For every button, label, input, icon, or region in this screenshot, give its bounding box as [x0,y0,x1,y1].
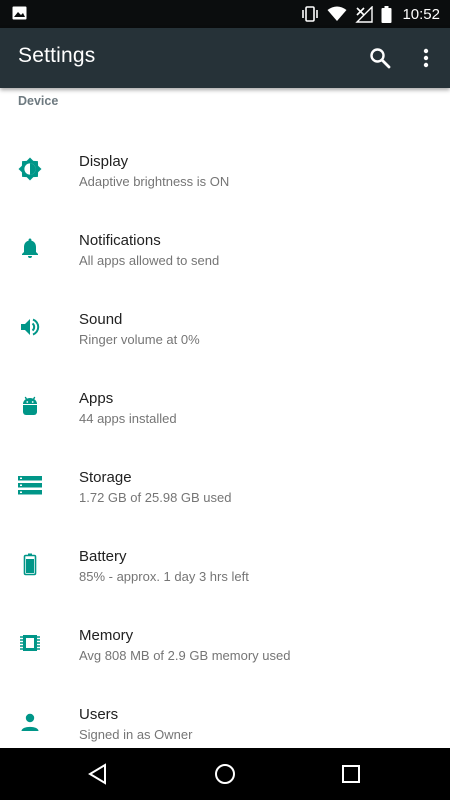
memory-chip-icon [20,635,40,651]
item-title: Sound [79,311,123,328]
battery-icon [381,5,392,23]
item-title: Notifications [79,232,161,249]
storage-icon [18,476,42,495]
settings-list: Display Adaptive brightness is ON Notifi… [0,130,450,762]
settings-item-display[interactable]: Display Adaptive brightness is ON [0,130,450,209]
settings-item-battery[interactable]: Battery 85% - approx. 1 day 3 hrs left [0,525,450,604]
more-vert-icon[interactable] [414,46,438,70]
item-summary: 44 apps installed [79,411,177,426]
settings-item-memory[interactable]: Memory Avg 808 MB of 2.9 GB memory used [0,604,450,683]
settings-item-notifications[interactable]: Notifications All apps allowed to send [0,209,450,288]
item-summary: Adaptive brightness is ON [79,174,230,189]
search-icon[interactable] [368,46,392,70]
item-title: Display [79,153,129,170]
item-summary: Signed in as Owner [79,727,193,742]
item-title: Users [79,706,119,723]
item-summary: Ringer volume at 0% [79,332,200,347]
battery-icon [23,553,37,576]
status-bar: 10:52 [0,0,450,28]
item-title: Apps [79,390,114,407]
settings-item-apps[interactable]: Apps 44 apps installed [0,367,450,446]
item-summary: Avg 808 MB of 2.9 GB memory used [79,648,291,663]
person-icon [21,713,39,731]
home-icon[interactable] [212,761,238,787]
signal-off-icon [355,5,374,23]
volume-icon [21,318,40,336]
item-title: Memory [79,627,134,644]
android-icon [23,396,37,415]
wifi-icon [327,6,347,21]
item-title: Storage [79,469,132,486]
vibrate-icon [302,6,319,22]
brightness-icon [18,157,42,181]
nav-bar [0,748,450,800]
app-bar: Settings [0,28,450,88]
item-summary: All apps allowed to send [79,253,220,268]
item-summary: 1.72 GB of 25.98 GB used [79,490,232,505]
status-time: 10:52 [402,5,440,23]
settings-item-sound[interactable]: Sound Ringer volume at 0% [0,288,450,367]
section-header-device: Device [18,94,59,108]
recents-icon[interactable] [338,761,364,787]
item-summary: 85% - approx. 1 day 3 hrs left [79,569,249,584]
page-title: Settings [18,44,96,67]
item-title: Battery [79,548,127,565]
settings-item-storage[interactable]: Storage 1.72 GB of 25.98 GB used [0,446,450,525]
status-icons: 10:52 [301,0,440,28]
bell-icon [22,238,38,258]
image-icon [12,6,27,20]
back-icon[interactable] [85,761,111,787]
